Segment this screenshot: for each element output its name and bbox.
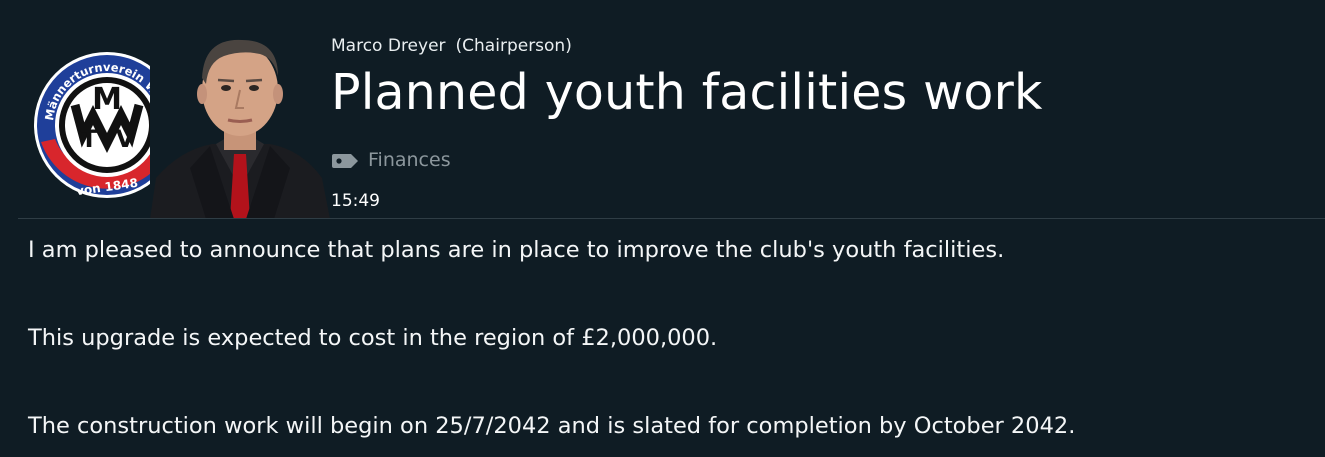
body-paragraph: I am pleased to announce that plans are … bbox=[28, 237, 1005, 263]
message-title: Planned youth facilities work bbox=[331, 64, 1043, 121]
body-paragraph: This upgrade is expected to cost in the … bbox=[28, 325, 718, 351]
header-divider bbox=[18, 218, 1325, 219]
sender-name: Marco Dreyer bbox=[331, 36, 446, 56]
message-body: I am pleased to announce that plans are … bbox=[28, 233, 1318, 443]
body-paragraph: The construction work will begin on 25/7… bbox=[28, 413, 1076, 439]
message-header: Männerturnverein Wolfenbüttel e.V. von 1… bbox=[0, 0, 1325, 219]
category-label: Finances bbox=[368, 149, 451, 171]
sender-role: (Chairperson) bbox=[455, 36, 572, 56]
crest-letter-v: V bbox=[116, 125, 135, 153]
sender-line: Marco Dreyer (Chairperson) bbox=[331, 36, 572, 56]
crest-letter-t: T bbox=[81, 125, 98, 153]
chairperson-portrait bbox=[150, 28, 330, 219]
tag-icon bbox=[331, 152, 359, 168]
message-time: 15:49 bbox=[331, 191, 380, 211]
crest-letter-m: M bbox=[92, 82, 122, 117]
category-tag[interactable]: Finances bbox=[331, 148, 451, 172]
